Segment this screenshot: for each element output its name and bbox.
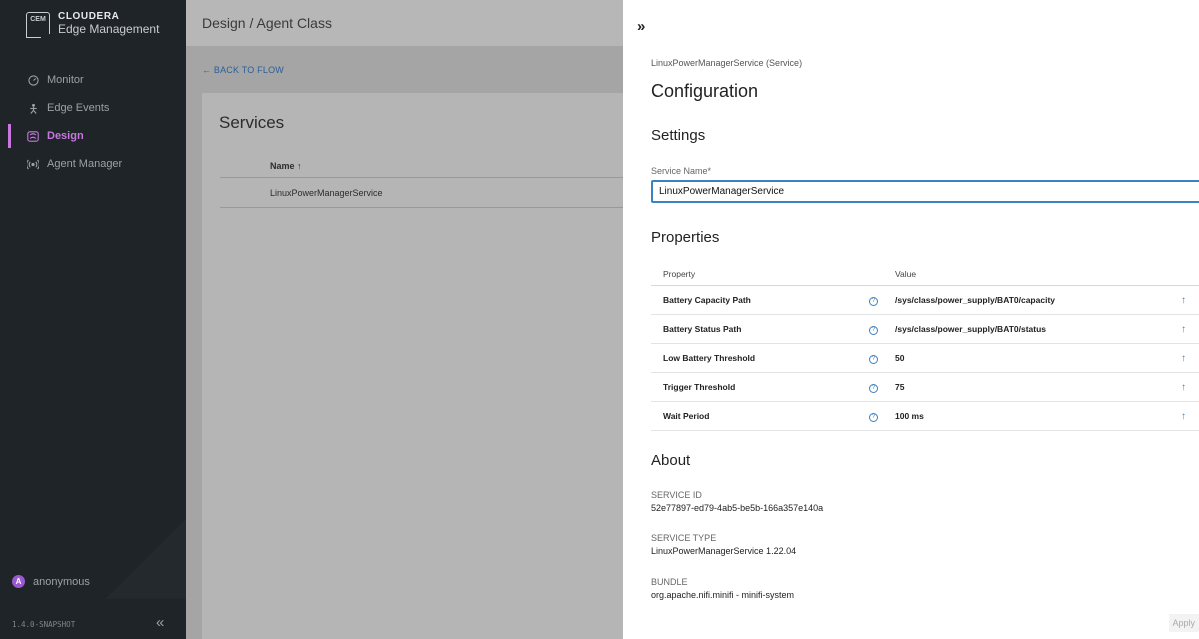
divider (220, 177, 623, 178)
table-row[interactable]: Battery Capacity Path ? /sys/class/power… (651, 286, 1199, 315)
property-value[interactable]: /sys/class/power_supply/BAT0/capacity (895, 295, 1181, 305)
brand[interactable]: CEM CLOUDERA Edge Management (0, 0, 186, 46)
properties-heading: Properties (651, 229, 720, 246)
main-content: Design / Agent Class ← BACK TO FLOW Serv… (186, 0, 623, 639)
table-row[interactable]: Low Battery Threshold ? 50 ↑ (651, 344, 1199, 373)
sidebar-item-label: Agent Manager (47, 158, 123, 170)
broadcast-icon (27, 158, 39, 170)
column-header-value: Value (895, 268, 917, 279)
sidebar-item-label: Edge Events (47, 102, 110, 114)
divider (220, 207, 623, 208)
user-menu[interactable]: A anonymous (12, 575, 90, 588)
service-type-value: LinuxPowerManagerService 1.22.04 (651, 546, 797, 556)
property-value[interactable]: 100 ms (895, 411, 1181, 421)
service-id-value: 52e77897-ed79-4ab5-be5b-166a357e140a (651, 503, 824, 513)
version-label: 1.4.0-SNAPSHOT (12, 620, 76, 629)
arrow-up-icon[interactable]: ↑ (1181, 382, 1199, 393)
property-name: Battery Capacity Path (663, 295, 751, 305)
service-name-input[interactable] (651, 180, 1199, 203)
panel-title: Configuration (651, 81, 759, 101)
property-name: Low Battery Threshold (663, 353, 756, 363)
configuration-panel: » LinuxPowerManagerService (Service) Con… (623, 0, 1199, 639)
column-header-name[interactable]: Name ↑ (270, 161, 302, 171)
property-value[interactable]: /sys/class/power_supply/BAT0/status (895, 324, 1181, 334)
sidebar-item-label: Monitor (47, 74, 84, 86)
service-name-label: Service Name* (651, 166, 712, 176)
services-title: Services (219, 113, 285, 132)
table-row[interactable]: LinuxPowerManagerService (270, 188, 383, 198)
service-id-label: SERVICE ID (651, 490, 702, 500)
brand-subtitle: Edge Management (58, 22, 160, 36)
help-icon[interactable]: ? (869, 412, 878, 422)
help-icon[interactable]: ? (869, 325, 878, 335)
sidebar-item-monitor[interactable]: Monitor (0, 66, 186, 94)
property-name: Trigger Threshold (663, 382, 736, 392)
flow-icon (27, 130, 39, 142)
sidebar-item-agent-manager[interactable]: Agent Manager (0, 150, 186, 178)
panel-subtitle: LinuxPowerManagerService (Service) (651, 58, 803, 68)
table-row[interactable]: Wait Period ? 100 ms ↑ (651, 402, 1199, 431)
column-header-property: Property (663, 268, 696, 279)
settings-heading: Settings (651, 127, 706, 144)
sidebar: CEM CLOUDERA Edge Management Monitor Edg… (0, 0, 186, 639)
sidebar-nav: Monitor Edge Events Design Agent Manager (0, 66, 186, 178)
help-icon[interactable]: ? (869, 383, 878, 393)
page-title: Design / Agent Class (186, 0, 623, 46)
about-heading: About (651, 452, 691, 469)
bundle-value: org.apache.nifi.minifi - minifi-system (651, 590, 795, 600)
back-to-flow-link[interactable]: ← BACK TO FLOW (202, 65, 284, 75)
avatar: A (12, 575, 25, 588)
double-chevron-left-icon[interactable]: « (156, 614, 164, 631)
table-row[interactable]: Battery Status Path ? /sys/class/power_s… (651, 315, 1199, 344)
arrow-up-icon[interactable]: ↑ (1181, 324, 1199, 335)
services-card: Services Name ↑ LinuxPowerManagerService (202, 93, 623, 639)
app-root: CEM CLOUDERA Edge Management Monitor Edg… (0, 0, 1199, 639)
user-name: anonymous (33, 575, 90, 588)
arrow-up-icon[interactable]: ↑ (1181, 411, 1199, 422)
expand-panel-icon[interactable]: » (637, 18, 645, 35)
arrow-up-icon[interactable]: ↑ (1181, 353, 1199, 364)
arrow-up-icon[interactable]: ↑ (1181, 295, 1199, 306)
sidebar-decoration (106, 519, 186, 599)
service-type-label: SERVICE TYPE (651, 533, 717, 543)
person-icon (27, 102, 39, 114)
property-name: Battery Status Path (663, 324, 742, 334)
brand-text: CLOUDERA Edge Management (58, 11, 159, 35)
help-icon[interactable]: ? (869, 296, 878, 306)
gauge-icon (27, 74, 39, 86)
sidebar-item-design[interactable]: Design (0, 122, 186, 150)
property-name: Wait Period (663, 411, 710, 421)
help-icon[interactable]: ? (869, 354, 878, 364)
apply-button[interactable]: Apply (1169, 614, 1199, 632)
property-value[interactable]: 75 (895, 382, 1181, 392)
properties-table: Property Value Battery Capacity Path ? /… (651, 262, 1199, 431)
sidebar-item-label: Design (47, 130, 84, 142)
properties-header: Property Value (651, 262, 1199, 286)
bundle-label: BUNDLE (651, 577, 688, 587)
sidebar-item-edge-events[interactable]: Edge Events (0, 94, 186, 122)
property-value[interactable]: 50 (895, 353, 1181, 363)
cem-logo-icon: CEM (25, 12, 50, 38)
table-row[interactable]: Trigger Threshold ? 75 ↑ (651, 373, 1199, 402)
